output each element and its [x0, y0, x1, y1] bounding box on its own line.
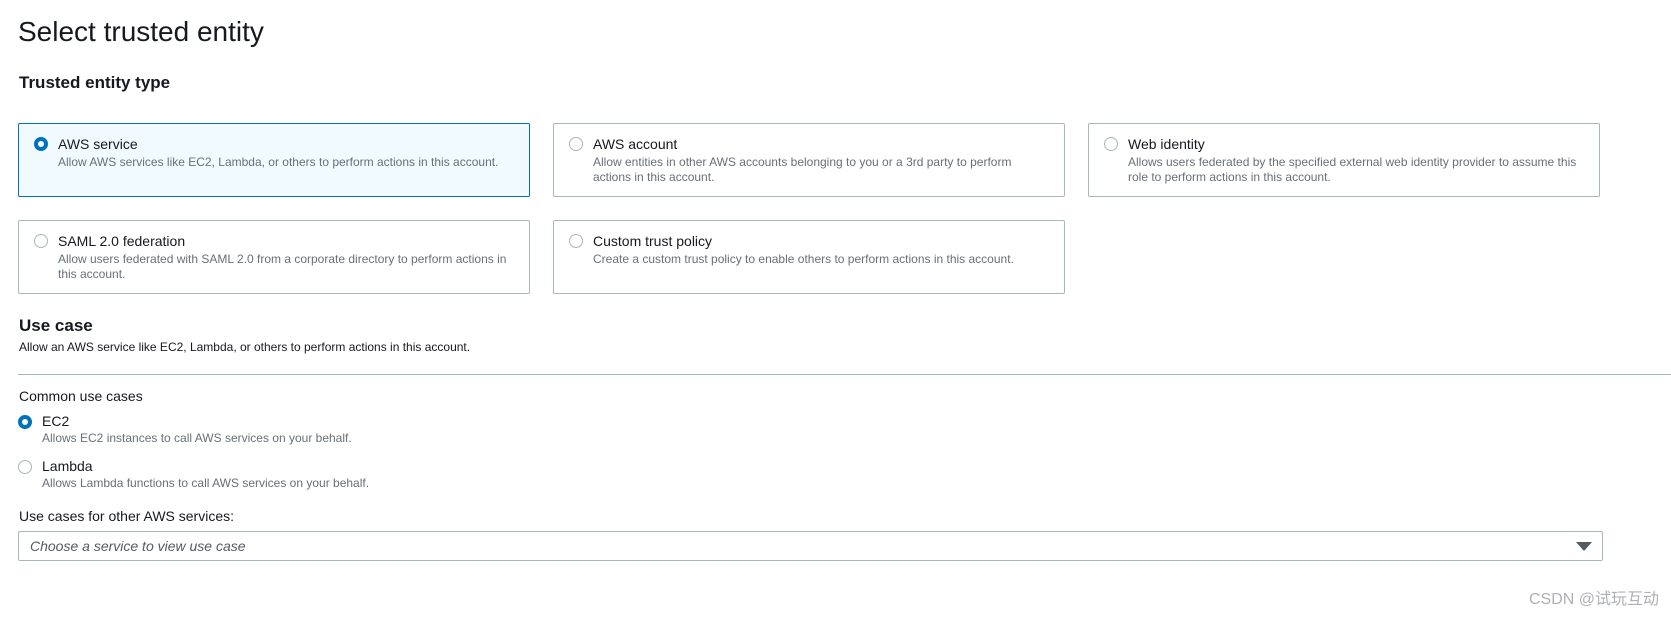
radio-ec2[interactable]	[18, 415, 32, 429]
tile-custom-trust-policy[interactable]: Custom trust policy Create a custom trus…	[553, 220, 1065, 294]
use-case-label: EC2	[42, 413, 70, 429]
tile-label: Custom trust policy	[593, 233, 713, 249]
tile-label: AWS account	[593, 136, 678, 152]
use-case-label: Lambda	[42, 458, 93, 474]
tile-label: SAML 2.0 federation	[58, 233, 186, 249]
page-title: Select trusted entity	[18, 16, 264, 47]
trusted-entity-heading: Trusted entity type	[19, 73, 171, 92]
tile-description: Allow users federated with SAML 2.0 from…	[58, 252, 507, 281]
use-case-ec2[interactable]: EC2 Allows EC2 instances to call AWS ser…	[18, 413, 618, 453]
tile-description: Allow AWS services like EC2, Lambda, or …	[58, 155, 499, 169]
use-case-heading: Use case	[19, 316, 93, 335]
use-case-option-description: Allows Lambda functions to call AWS serv…	[42, 476, 370, 490]
radio-custom-trust-policy[interactable]	[569, 234, 583, 248]
tile-aws-service[interactable]: AWS service Allow AWS services like EC2,…	[18, 123, 530, 197]
other-services-label: Use cases for other AWS services:	[19, 508, 234, 524]
tile-description: Allows users federated by the specified …	[1128, 155, 1577, 184]
section-divider	[18, 374, 1671, 375]
radio-lambda[interactable]	[18, 460, 32, 474]
tile-web-identity[interactable]: Web identity Allows users federated by t…	[1088, 123, 1600, 197]
radio-aws-account[interactable]	[569, 137, 583, 151]
use-case-lambda[interactable]: Lambda Allows Lambda functions to call A…	[18, 458, 618, 498]
service-select-placeholder: Choose a service to view use case	[30, 538, 246, 554]
tile-description: Create a custom trust policy to enable o…	[593, 252, 1014, 266]
tile-label: AWS service	[58, 136, 138, 152]
common-use-cases-label: Common use cases	[19, 388, 143, 404]
radio-aws-service[interactable]	[34, 137, 48, 151]
radio-web-identity[interactable]	[1104, 137, 1118, 151]
use-case-option-description: Allows EC2 instances to call AWS service…	[42, 431, 352, 445]
use-case-description: Allow an AWS service like EC2, Lambda, o…	[19, 340, 471, 354]
tile-description: Allow entities in other AWS accounts bel…	[593, 155, 1012, 184]
tile-aws-account[interactable]: AWS account Allow entities in other AWS …	[553, 123, 1065, 197]
service-select[interactable]: Choose a service to view use case	[18, 531, 1603, 561]
watermark: CSDN @试玩互动	[1528, 591, 1659, 608]
tile-saml-federation[interactable]: SAML 2.0 federation Allow users federate…	[18, 220, 530, 294]
tile-label: Web identity	[1128, 136, 1205, 152]
radio-saml-federation[interactable]	[34, 234, 48, 248]
caret-down-icon[interactable]	[1576, 542, 1592, 551]
